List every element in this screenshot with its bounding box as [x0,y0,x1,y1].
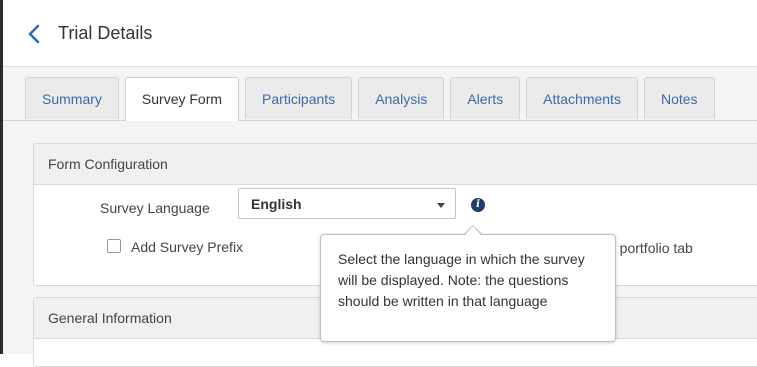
form-configuration-header: Form Configuration [34,144,757,185]
add-survey-prefix-label: Add Survey Prefix [131,239,244,255]
tab-alerts[interactable]: Alerts [450,77,521,119]
tab-bar: Summary Survey Form Participants Analysi… [25,77,721,121]
page-header: Trial Details [3,0,757,67]
add-survey-prefix-checkbox[interactable] [107,239,121,253]
chevron-down-icon [437,203,445,208]
tab-summary[interactable]: Summary [25,77,119,119]
survey-language-label: Survey Language [100,200,210,216]
tab-notes[interactable]: Notes [643,77,715,119]
tab-attachments[interactable]: Attachments [526,77,638,119]
chevron-left-icon[interactable] [25,24,43,44]
tab-survey-form[interactable]: Survey Form [124,77,240,121]
obscured-field-text: e portfolio tab [608,240,693,256]
page-title: Trial Details [58,23,153,43]
tooltip-arrow-fill [465,226,481,235]
tab-analysis[interactable]: Analysis [358,77,445,119]
tab-participants[interactable]: Participants [245,77,353,119]
survey-language-select[interactable]: English [238,188,456,219]
info-icon[interactable]: i [471,198,485,212]
language-tooltip: Select the language in which the survey … [320,234,616,342]
survey-language-value: English [251,196,302,212]
